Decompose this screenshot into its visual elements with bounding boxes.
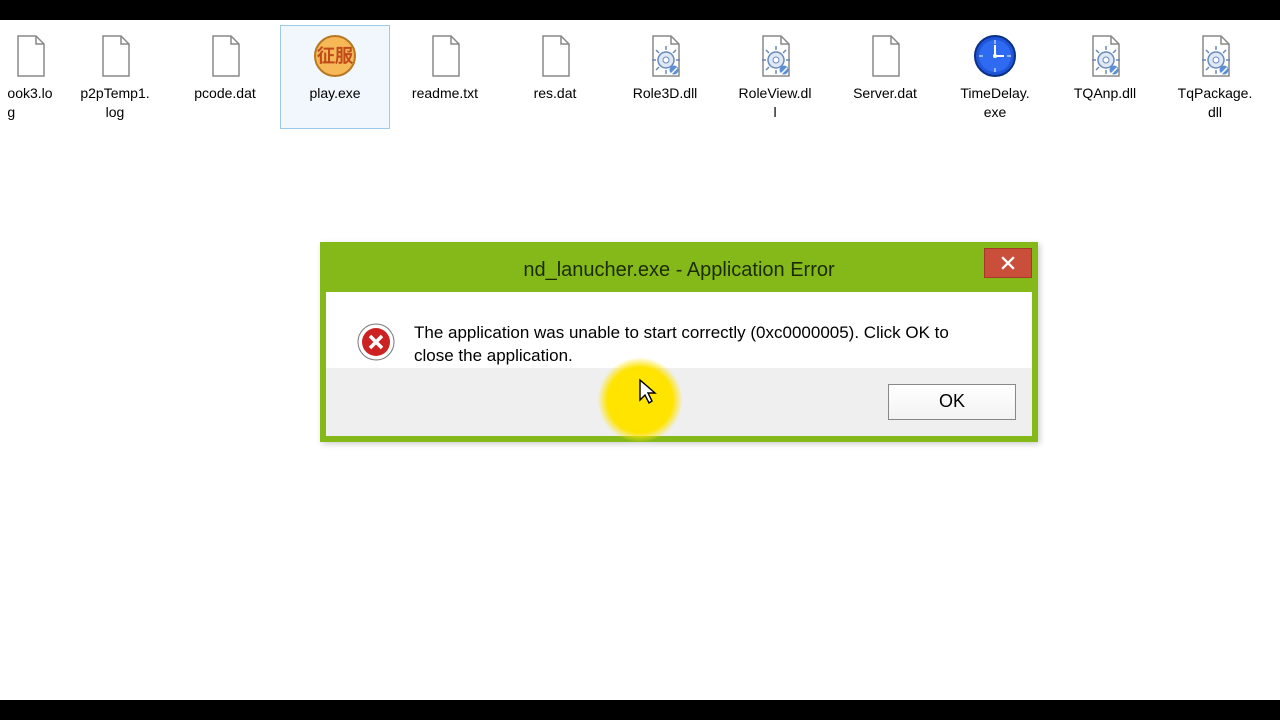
error-dialog: nd_lanucher.exe - Application Error The … xyxy=(320,242,1038,442)
desktop-icon-TimeDelay-exe[interactable]: TimeDelay.exe xyxy=(940,25,1050,129)
desktop-icon-label: TQAnp.dll xyxy=(1074,84,1136,103)
desktop-icon-res-dat[interactable]: res.dat xyxy=(500,25,610,129)
desktop-icon-label: Role3D.dll xyxy=(633,84,698,103)
file-icon xyxy=(6,32,54,80)
file-icon xyxy=(421,32,469,80)
file-icon xyxy=(201,32,249,80)
dll-icon xyxy=(751,32,799,80)
error-icon xyxy=(356,322,396,367)
desktop-icon-label: readme.txt xyxy=(412,84,478,103)
dialog-body: The application was unable to start corr… xyxy=(326,292,1032,368)
desktop-icon-Role3D-dll[interactable]: Role3D.dll xyxy=(610,25,720,129)
file-icon xyxy=(861,32,909,80)
desktop-icon-row: ook3.log p2pTemp1.log pcode.dat play.exe rea… xyxy=(0,20,1280,129)
dialog-footer: OK xyxy=(326,368,1032,436)
desktop-icon-RoleView-dll[interactable]: RoleView.dll xyxy=(720,25,830,129)
desktop-icon-label: pcode.dat xyxy=(194,84,256,103)
desktop-icon-label: TimeDelay.exe xyxy=(960,84,1029,122)
dll-icon xyxy=(1081,32,1129,80)
letterbox-bottom xyxy=(0,700,1280,720)
desktop-icon-label: res.dat xyxy=(534,84,577,103)
file-icon xyxy=(91,32,139,80)
desktop-icon-label: p2pTemp1.log xyxy=(80,84,149,122)
desktop-icon-readme-txt[interactable]: readme.txt xyxy=(390,25,500,129)
desktop-icon-TqPackage-dll[interactable]: TqPackage.dll xyxy=(1160,25,1270,129)
dll-icon xyxy=(1191,32,1239,80)
desktop-area[interactable]: ook3.log p2pTemp1.log pcode.dat play.exe rea… xyxy=(0,20,1280,700)
dialog-message: The application was unable to start corr… xyxy=(414,322,974,368)
file-icon xyxy=(531,32,579,80)
close-button[interactable] xyxy=(984,248,1032,278)
desktop-icon-play-exe[interactable]: play.exe xyxy=(280,25,390,129)
dialog-title: nd_lanucher.exe - Application Error xyxy=(523,259,834,282)
ok-button[interactable]: OK xyxy=(888,384,1016,420)
dll-icon xyxy=(641,32,689,80)
desktop-icon-label: RoleView.dll xyxy=(739,84,812,122)
close-icon xyxy=(1001,256,1015,270)
desktop-icon-label: Server.dat xyxy=(853,84,917,103)
exe-custom-icon xyxy=(311,32,359,80)
desktop-icon-label: TqPackage.dll xyxy=(1178,84,1253,122)
desktop-icon-label: play.exe xyxy=(309,84,360,103)
desktop-icon-pcode-dat[interactable]: pcode.dat xyxy=(170,25,280,129)
desktop-icon-TQAnp-dll[interactable]: TQAnp.dll xyxy=(1050,25,1160,129)
letterbox-top xyxy=(0,0,1280,20)
desktop-icon-Server-dat[interactable]: Server.dat xyxy=(830,25,940,129)
desktop-icon-ook3-log[interactable]: ook3.log xyxy=(0,25,60,129)
exe-clock-icon xyxy=(971,32,1019,80)
desktop-icon-label: ook3.log xyxy=(7,84,52,122)
desktop-icon-p2pTemp1-log[interactable]: p2pTemp1.log xyxy=(60,25,170,129)
dialog-titlebar[interactable]: nd_lanucher.exe - Application Error xyxy=(326,248,1032,292)
